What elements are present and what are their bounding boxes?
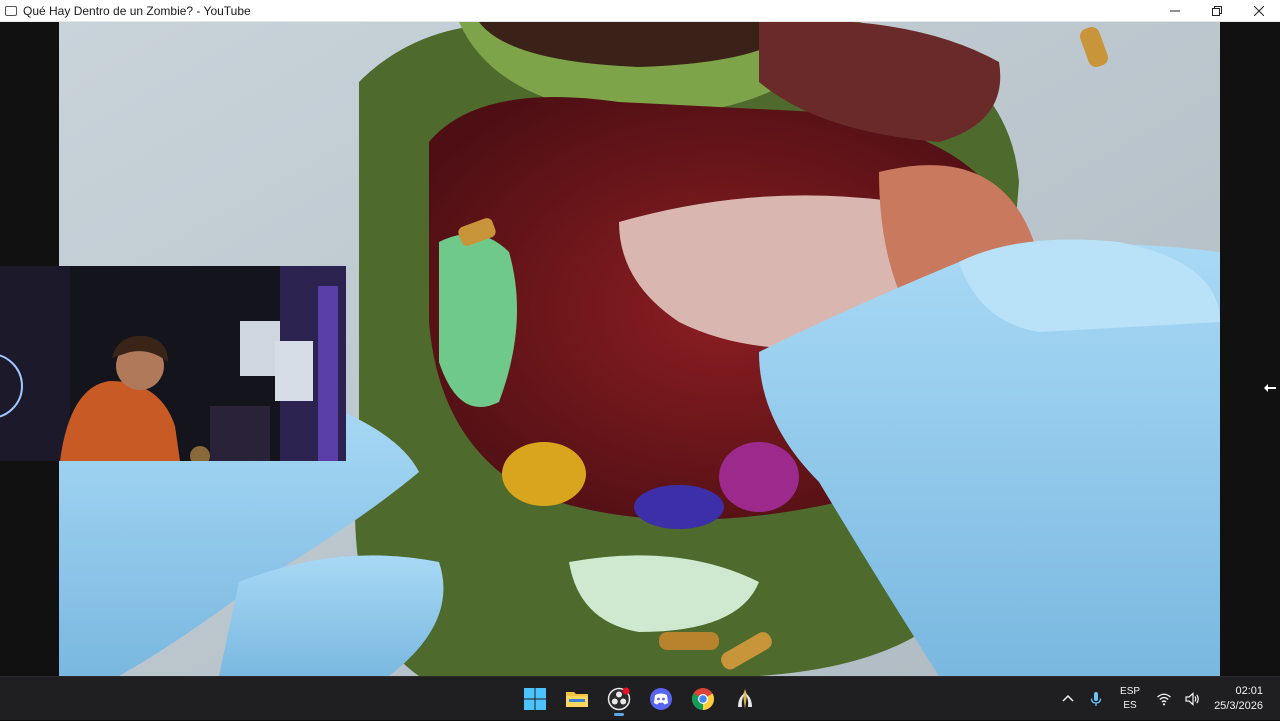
show-hidden-icons-button[interactable]	[1054, 681, 1082, 717]
start-button[interactable]	[517, 681, 553, 717]
language-secondary: ES	[1123, 700, 1137, 711]
clock-time: 02:01	[1235, 685, 1263, 697]
taskbar: ESP ES 02:01 25/3/2026	[0, 676, 1280, 720]
restore-button[interactable]	[1196, 0, 1238, 22]
minimize-button[interactable]	[1154, 0, 1196, 22]
app-button[interactable]	[727, 681, 763, 717]
webcam-image	[0, 266, 346, 461]
window-title-bar: Qué Hay Dentro de un Zombie? - YouTube	[0, 0, 1280, 22]
obs-icon	[607, 687, 631, 711]
obs-button[interactable]	[601, 681, 637, 717]
file-explorer-button[interactable]	[559, 681, 595, 717]
windows-logo-icon	[524, 688, 546, 710]
minimize-icon	[1170, 10, 1180, 12]
chrome-button[interactable]	[685, 681, 721, 717]
webcam-overlay	[0, 266, 346, 461]
language-primary: ESP	[1120, 686, 1141, 697]
speaker-icon	[1185, 692, 1199, 706]
window-icon	[5, 5, 17, 16]
folder-icon	[566, 692, 588, 707]
discord-icon	[650, 688, 672, 710]
restore-icon	[1212, 6, 1222, 16]
chevron-up-icon	[1062, 694, 1074, 702]
microphone-icon	[1090, 692, 1102, 706]
volume-button[interactable]	[1178, 681, 1206, 717]
window-title: Qué Hay Dentro de un Zombie? - YouTube	[23, 3, 251, 18]
network-button[interactable]	[1150, 681, 1178, 717]
discord-button[interactable]	[643, 681, 679, 717]
close-button[interactable]	[1238, 0, 1280, 22]
system-tray: ESP ES 02:01 25/3/2026	[1054, 677, 1280, 721]
language-indicator[interactable]: ESP ES	[1110, 685, 1150, 713]
clock-date: 25/3/2026	[1214, 700, 1263, 712]
close-icon	[1254, 6, 1264, 16]
resize-cursor-icon	[1264, 384, 1276, 392]
wifi-icon	[1157, 693, 1171, 706]
microphone-button[interactable]	[1082, 681, 1110, 717]
video-player[interactable]	[0, 22, 1280, 676]
taskbar-apps	[517, 677, 763, 721]
app-icon	[738, 689, 752, 709]
window-controls	[1154, 0, 1280, 22]
chrome-icon	[692, 688, 714, 710]
clock[interactable]: 02:01 25/3/2026	[1206, 684, 1280, 714]
